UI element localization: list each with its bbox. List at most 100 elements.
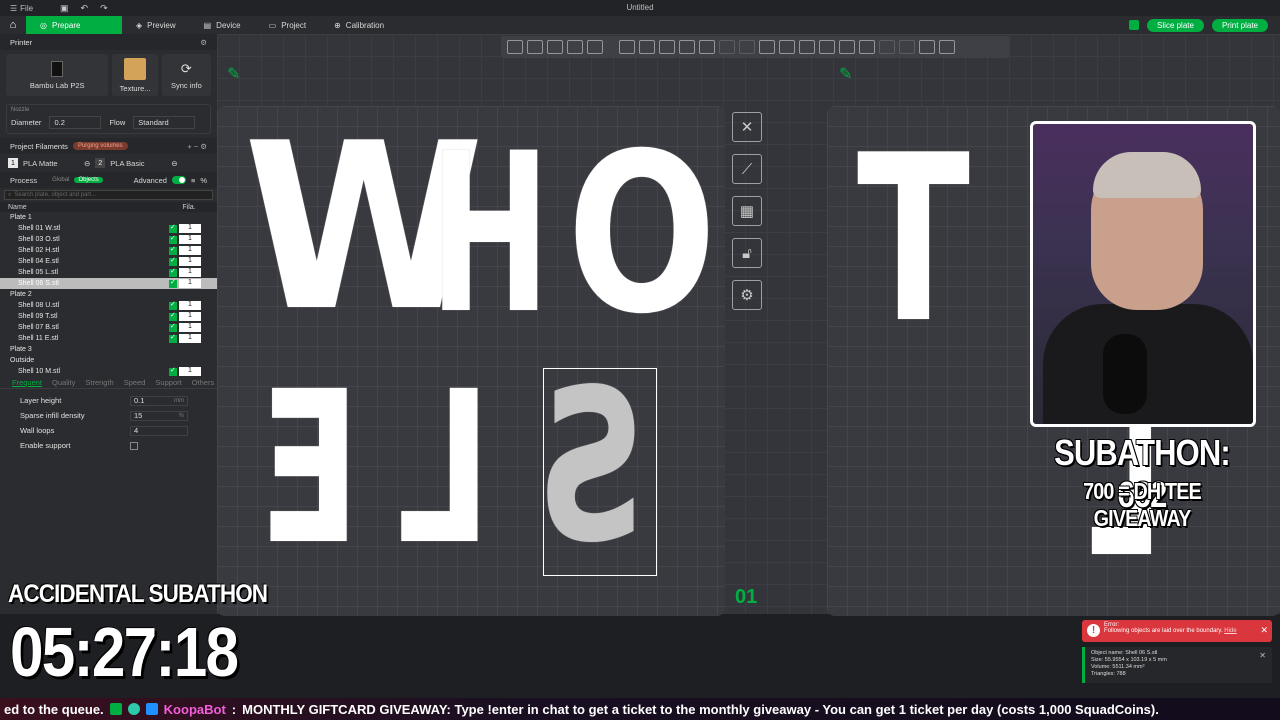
- filament-2-name[interactable]: PLA Basic: [110, 159, 166, 168]
- mesh-boolean-icon[interactable]: [719, 40, 735, 54]
- plate-group-row[interactable]: Plate 3: [0, 344, 217, 355]
- lock-icon[interactable]: 🔓︎: [732, 238, 762, 268]
- svg-icon[interactable]: [799, 40, 815, 54]
- filament-input[interactable]: 1: [179, 323, 201, 332]
- visible-checkbox[interactable]: [169, 256, 177, 266]
- tab-prepare[interactable]: ◎ Prepare: [26, 16, 122, 34]
- filament-input[interactable]: 1: [179, 268, 201, 277]
- tab-calibration[interactable]: ⊕ Calibration: [320, 16, 398, 34]
- save-icon[interactable]: ▣: [60, 3, 69, 14]
- object-row[interactable]: Shell 09 T.stl 1: [0, 311, 217, 322]
- cut-icon[interactable]: [699, 40, 715, 54]
- filament-input[interactable]: 1: [179, 312, 201, 321]
- object-letter-t[interactable]: T: [857, 126, 970, 356]
- filament-input[interactable]: 1: [179, 279, 201, 288]
- diameter-select[interactable]: 0.2: [49, 116, 102, 129]
- arrange-all-icon[interactable]: [567, 40, 583, 54]
- filament-input[interactable]: 1: [179, 235, 201, 244]
- visible-checkbox[interactable]: [169, 223, 177, 233]
- plate-type-selector[interactable]: Texture...: [112, 54, 158, 96]
- object-row[interactable]: Shell 01 W.stl 1: [0, 223, 217, 234]
- filament-1-swatch[interactable]: 1: [8, 158, 18, 168]
- explode-icon[interactable]: [939, 40, 955, 54]
- plate-group-row[interactable]: Plate 1: [0, 212, 217, 223]
- object-letter-l[interactable]: ⅃: [395, 364, 489, 574]
- filament-1-remove-icon[interactable]: ⊖: [84, 159, 90, 168]
- home-icon[interactable]: ⌂: [0, 16, 26, 34]
- filament-tools-icon[interactable]: + − ⚙: [187, 142, 207, 151]
- tab-device[interactable]: ▤ Device: [190, 16, 255, 34]
- object-search-input[interactable]: ⌕ Search plate, object and part...: [4, 190, 213, 200]
- emboss-icon[interactable]: [819, 40, 835, 54]
- filament-2-remove-icon[interactable]: ⊖: [171, 159, 177, 168]
- filament-input[interactable]: 1: [179, 257, 201, 266]
- visible-checkbox[interactable]: [169, 333, 177, 343]
- visible-checkbox[interactable]: [169, 234, 177, 244]
- object-row[interactable]: Shell 02 H.stl 1: [0, 245, 217, 256]
- filament-input[interactable]: 1: [179, 334, 201, 343]
- plate-layout-icon[interactable]: [1129, 20, 1140, 30]
- arrange-icon[interactable]: ▦: [732, 196, 762, 226]
- object-row[interactable]: Shell 04 E.stl 1: [0, 256, 217, 267]
- tab-strength[interactable]: Strength: [85, 378, 113, 387]
- lay-on-face-icon[interactable]: [679, 40, 695, 54]
- object-row[interactable]: Shell 07 B.stl 1: [0, 322, 217, 333]
- add-object-icon[interactable]: [507, 40, 523, 54]
- infill-density-input[interactable]: 15%: [130, 410, 188, 421]
- visible-checkbox[interactable]: [169, 245, 177, 255]
- percent-icon[interactable]: %: [200, 176, 207, 185]
- rotate-icon[interactable]: [639, 40, 655, 54]
- close-icon[interactable]: ✕: [1259, 652, 1266, 660]
- close-icon[interactable]: ✕: [1260, 625, 1268, 636]
- filament-input[interactable]: 1: [179, 246, 201, 255]
- object-row[interactable]: Shell 05 L.stl 1: [0, 267, 217, 278]
- tab-frequent[interactable]: Frequent: [12, 378, 42, 387]
- file-menu[interactable]: ☰ File: [0, 4, 60, 13]
- tab-project[interactable]: ▭ Project: [255, 16, 320, 34]
- process-list-icon[interactable]: ≡: [191, 176, 195, 185]
- visible-checkbox[interactable]: [169, 267, 177, 277]
- enable-support-checkbox[interactable]: [130, 441, 138, 450]
- object-row[interactable]: Shell 06 S.stl 1: [0, 278, 217, 289]
- filament-1-name[interactable]: PLA Matte: [23, 159, 79, 168]
- tab-quality[interactable]: Quality: [52, 378, 75, 387]
- layer-height-input[interactable]: 0.1 mm: [130, 395, 188, 406]
- object-row[interactable]: Shell 11 E.stl 1: [0, 333, 217, 344]
- purging-volumes-button[interactable]: Purging volumes: [72, 142, 128, 150]
- visible-checkbox[interactable]: [169, 300, 177, 310]
- support-paint-icon[interactable]: [739, 40, 755, 54]
- wall-loops-input[interactable]: 4: [130, 425, 188, 436]
- tab-preview[interactable]: ◈ Preview: [122, 16, 190, 34]
- visible-checkbox[interactable]: [169, 366, 177, 376]
- tab-others[interactable]: Others: [192, 378, 215, 387]
- undo-icon[interactable]: ↶: [81, 3, 89, 14]
- error-hide-link[interactable]: Hide: [1224, 628, 1236, 634]
- plate-settings-icon[interactable]: ⚙: [732, 280, 762, 310]
- orient-icon[interactable]: [547, 40, 563, 54]
- pencil-icon[interactable]: ✎: [227, 64, 240, 84]
- plate-group-row[interactable]: Plate 2: [0, 289, 217, 300]
- filament-input[interactable]: 1: [179, 224, 201, 233]
- object-letter-e[interactable]: Ǝ: [257, 364, 357, 574]
- move-icon[interactable]: [619, 40, 635, 54]
- tab-speed[interactable]: Speed: [124, 378, 146, 387]
- scale-icon[interactable]: [659, 40, 675, 54]
- object-row[interactable]: Shell 03 O.stl 1: [0, 234, 217, 245]
- visible-checkbox[interactable]: [169, 322, 177, 332]
- seam-paint-icon[interactable]: [759, 40, 775, 54]
- auto-orient-icon[interactable]: ⟋: [732, 154, 762, 184]
- fuzzy-skin-icon[interactable]: [899, 40, 915, 54]
- process-objects-toggle[interactable]: Objects: [74, 177, 103, 183]
- plate-group-row[interactable]: Outside: [0, 355, 217, 366]
- flow-select[interactable]: Standard: [133, 116, 196, 129]
- add-plate-icon[interactable]: [527, 40, 543, 54]
- ruler-icon[interactable]: [919, 40, 935, 54]
- printer-selector[interactable]: Bambu Lab P2S: [6, 54, 109, 96]
- object-letter-o[interactable]: O: [567, 124, 717, 344]
- tab-support[interactable]: Support: [155, 378, 181, 387]
- visible-checkbox[interactable]: [169, 278, 177, 288]
- print-plate-button[interactable]: Print plate: [1211, 18, 1268, 32]
- object-row[interactable]: Shell 10 M.stl 1: [0, 366, 217, 377]
- split-icon[interactable]: [587, 40, 603, 54]
- assembly-icon[interactable]: [859, 40, 875, 54]
